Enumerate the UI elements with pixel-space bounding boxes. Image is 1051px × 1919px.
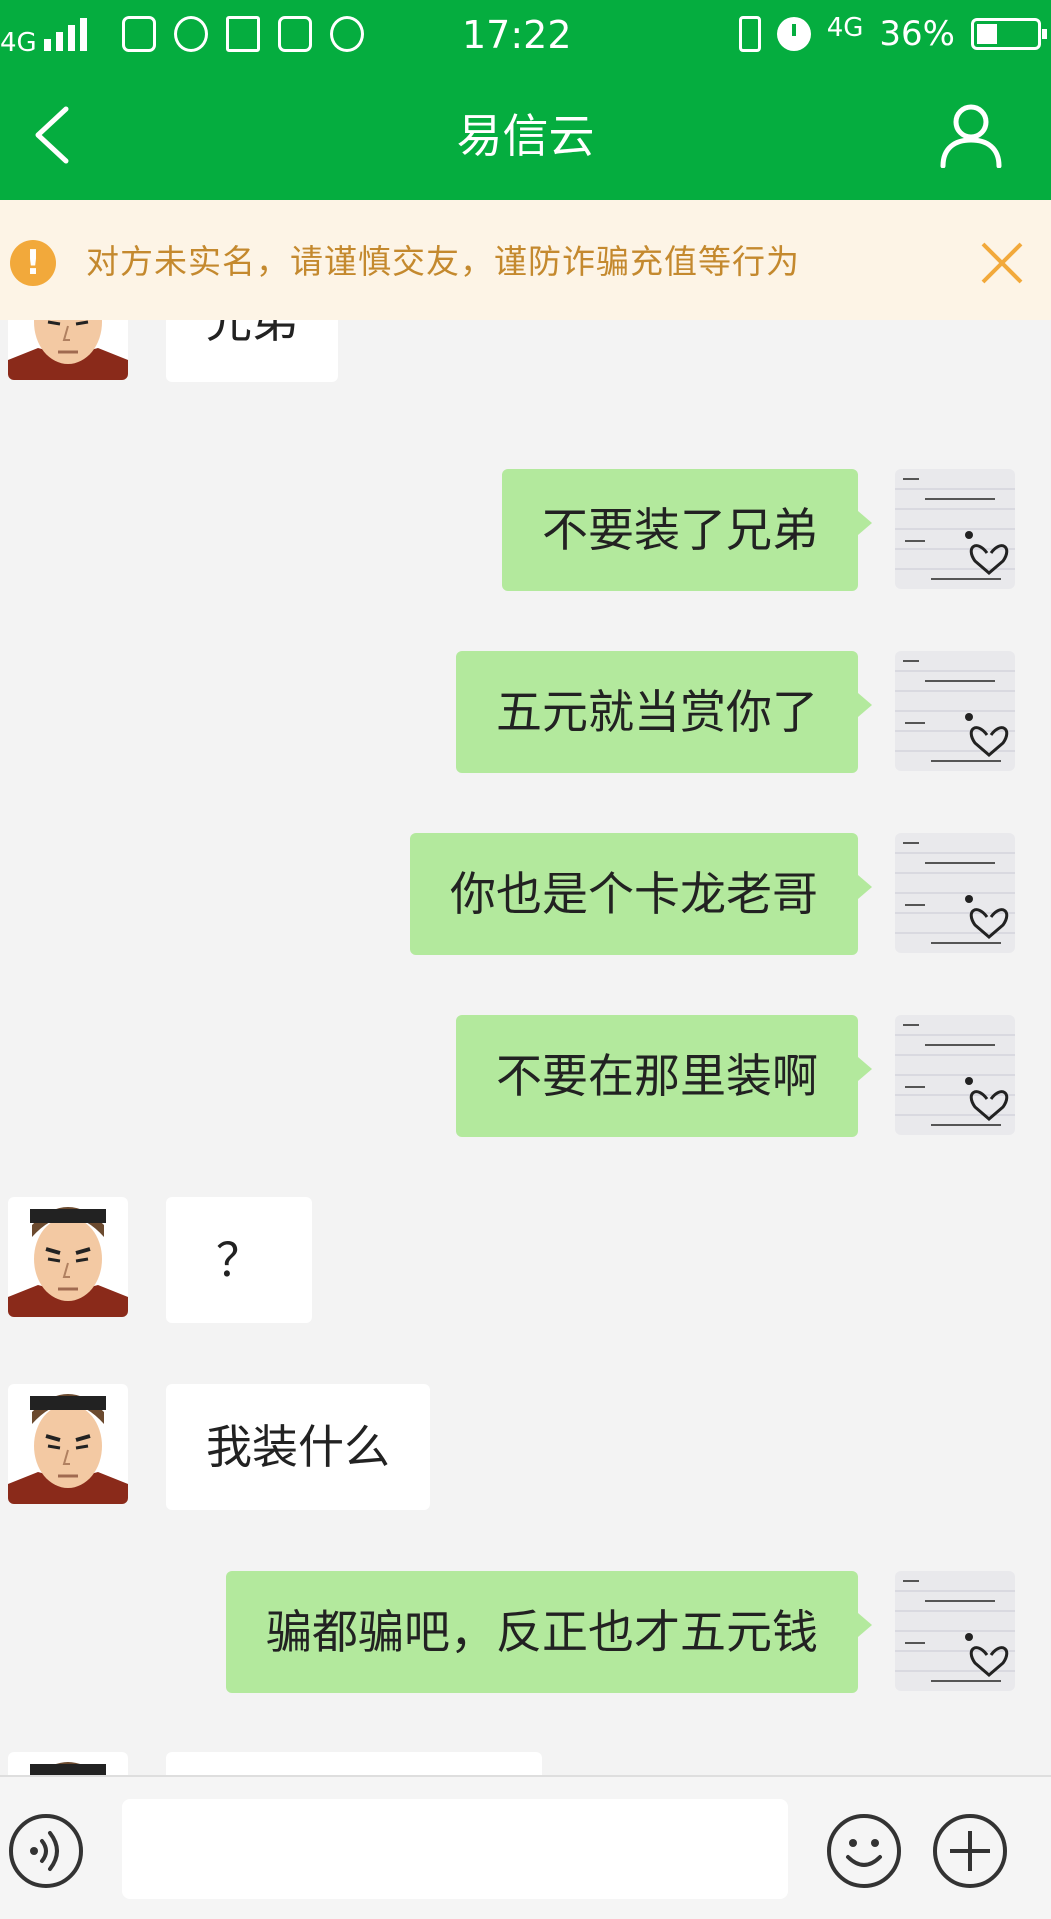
message-input[interactable] (122, 1799, 788, 1899)
contact-avatar-image (8, 1197, 128, 1317)
message-bubble[interactable]: 骗都骗吧，反正也才五元钱 (226, 1571, 872, 1693)
vibrate-icon (738, 16, 761, 52)
avatar[interactable] (895, 469, 1015, 589)
app-notification-icon (122, 16, 156, 52)
page-title: 易信云 (456, 109, 595, 163)
my-avatar-image (895, 469, 1015, 589)
close-icon[interactable] (979, 240, 1025, 286)
database-notification-icon (330, 16, 364, 52)
my-avatar-image (895, 651, 1015, 771)
avatar[interactable] (8, 1752, 128, 1775)
message-bubble[interactable]: 不要在那里装啊 (456, 1015, 872, 1137)
contact-avatar-image (8, 1752, 128, 1775)
message-bubble[interactable]: 我装什么 (166, 1384, 430, 1510)
chat-list[interactable]: 兄弟 不要装了兄弟 五元就当赏你了 你也是个卡龙老哥 不要在那里装啊 ？ 我装什… (0, 320, 1051, 1775)
header: 易信云 (0, 70, 1051, 200)
clock: 17:22 (462, 13, 572, 57)
avatar[interactable] (895, 833, 1015, 953)
avatar[interactable] (8, 1197, 128, 1317)
notification-icons (122, 16, 364, 52)
input-bar (0, 1775, 1051, 1919)
battery-icon (971, 18, 1047, 50)
network-type-right: 4G (826, 13, 864, 43)
app-notification-icon (278, 16, 312, 52)
signal-icon (44, 17, 100, 51)
browser-notification-icon (174, 16, 208, 52)
my-avatar-image (895, 1015, 1015, 1135)
contact-avatar-image (8, 320, 128, 380)
voice-icon[interactable] (8, 1813, 84, 1889)
message-bubble[interactable]: 兄弟 (166, 320, 338, 382)
my-avatar-image (895, 1571, 1015, 1691)
battery-percent: 36% (879, 14, 955, 54)
avatar[interactable] (895, 1571, 1015, 1691)
contact-avatar-image (8, 1384, 128, 1504)
avatar[interactable] (895, 651, 1015, 771)
message-bubble[interactable] (166, 1752, 542, 1775)
my-avatar-image (895, 833, 1015, 953)
message-bubble[interactable]: ？ (166, 1197, 312, 1323)
message-bubble[interactable]: 五元就当赏你了 (456, 651, 872, 773)
avatar[interactable] (8, 1384, 128, 1504)
status-bar: 4G 17:22 4G 36% (0, 0, 1051, 70)
avatar[interactable] (8, 320, 128, 380)
network-type: 4G (0, 28, 37, 58)
screenshot-notification-icon (226, 16, 260, 52)
warning-text: 对方未实名，请谨慎交友，谨防诈骗充值等行为 (86, 242, 800, 281)
profile-icon[interactable] (939, 102, 1003, 168)
plus-icon[interactable] (932, 1813, 1008, 1889)
exclamation-icon: ! (10, 240, 56, 286)
alarm-icon (776, 17, 811, 51)
warning-banner: ! 对方未实名，请谨慎交友，谨防诈骗充值等行为 (0, 200, 1051, 320)
message-bubble[interactable]: 不要装了兄弟 (502, 469, 872, 591)
avatar[interactable] (895, 1015, 1015, 1135)
smiley-icon[interactable] (826, 1813, 902, 1889)
message-bubble[interactable]: 你也是个卡龙老哥 (410, 833, 872, 955)
